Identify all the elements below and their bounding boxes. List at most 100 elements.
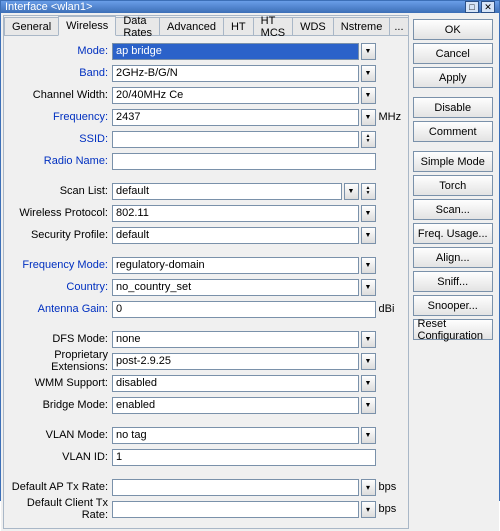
stepper-scanlist-icon[interactable]: ▲▼ (361, 183, 376, 200)
frequsage-button[interactable]: Freq. Usage... (413, 223, 494, 244)
dropdown-defcl-icon[interactable]: ▾ (361, 501, 376, 518)
dropdown-secprof-icon[interactable] (361, 227, 376, 244)
input-vlanid[interactable]: 1 (112, 449, 376, 466)
comment-button[interactable]: Comment (413, 121, 494, 142)
field-country: no_country_set (112, 279, 376, 296)
sniff-button[interactable]: Sniff... (413, 271, 494, 292)
button-column: OK Cancel Apply Disable Comment Simple Mode To… (411, 15, 498, 529)
disable-button[interactable]: Disable (413, 97, 494, 118)
input-freqmode[interactable]: regulatory-domain (112, 257, 359, 274)
interface-window: Interface <wlan1> □ ✕ GeneralWirelessDat… (0, 0, 500, 501)
dropdown-chwidth-icon[interactable] (361, 87, 376, 104)
field-vlanid: 1 (112, 449, 376, 466)
input-freq[interactable]: 2437 (112, 109, 359, 126)
unit-defap: bps (376, 481, 402, 493)
tab-more[interactable]: ... (389, 17, 408, 35)
field-radio (112, 153, 376, 170)
label-dfs: DFS Mode: (4, 333, 112, 345)
tab-advanced[interactable]: Advanced (159, 17, 224, 35)
input-secprof[interactable]: default (112, 227, 359, 244)
tab-strip: GeneralWirelessData RatesAdvancedHTHT MC… (4, 16, 408, 36)
label-propext: Proprietary Extensions: (4, 349, 112, 373)
label-wmm: WMM Support: (4, 377, 112, 389)
input-radio[interactable] (112, 153, 376, 170)
input-vlanmode[interactable]: no tag (112, 427, 359, 444)
input-defcl[interactable] (112, 501, 359, 518)
field-antgain: 0 (112, 301, 376, 318)
input-defap[interactable] (112, 479, 359, 496)
input-dfs[interactable]: none (112, 331, 359, 348)
align-button[interactable]: Align... (413, 247, 494, 268)
simple-button[interactable]: Simple Mode (413, 151, 494, 172)
label-chwidth: Channel Width: (4, 89, 112, 101)
tab-nstreme[interactable]: Nstreme (333, 17, 391, 35)
dropdown-freq-icon[interactable] (361, 109, 376, 126)
snooper-button[interactable]: Snooper... (413, 295, 494, 316)
input-propext[interactable]: post-2.9.25 (112, 353, 359, 370)
titlebar: Interface <wlan1> □ ✕ (1, 1, 499, 13)
label-defap: Default AP Tx Rate: (4, 481, 112, 493)
torch-button[interactable]: Torch (413, 175, 494, 196)
row-radio: Radio Name: (4, 152, 402, 170)
label-country: Country: (4, 281, 112, 293)
stepper-ssid-icon[interactable]: ▲▼ (361, 131, 376, 148)
label-band: Band: (4, 67, 112, 79)
dropdown-vlanmode-icon[interactable] (361, 427, 376, 444)
label-vlanmode: VLAN Mode: (4, 429, 112, 441)
input-antgain[interactable]: 0 (112, 301, 376, 318)
dropdown-defap-icon[interactable]: ▾ (361, 479, 376, 496)
input-ssid[interactable] (112, 131, 359, 148)
row-wmm: WMM Support:disabled (4, 374, 402, 392)
minimize-icon[interactable]: □ (465, 1, 479, 13)
dropdown-wmm-icon[interactable] (361, 375, 376, 392)
row-vlanmode: VLAN Mode:no tag (4, 426, 402, 444)
dropdown-bridge-icon[interactable] (361, 397, 376, 414)
input-wproto[interactable]: 802.11 (112, 205, 359, 222)
input-country[interactable]: no_country_set (112, 279, 359, 296)
label-ssid: SSID: (4, 133, 112, 145)
dropdown-band-icon[interactable] (361, 65, 376, 82)
dropdown-freqmode-icon[interactable] (361, 257, 376, 274)
tab-ht-mcs[interactable]: HT MCS (253, 17, 293, 35)
dropdown-dfs-icon[interactable] (361, 331, 376, 348)
field-defcl: ▾ (112, 501, 376, 518)
tab-wireless[interactable]: Wireless (58, 16, 116, 36)
field-secprof: default (112, 227, 376, 244)
dropdown-wproto-icon[interactable] (361, 205, 376, 222)
window-title: Interface <wlan1> (5, 1, 92, 13)
input-chwidth[interactable]: 20/40MHz Ce (112, 87, 359, 104)
dropdown-propext-icon[interactable] (361, 353, 376, 370)
label-mode: Mode: (4, 45, 112, 57)
tab-general[interactable]: General (4, 17, 59, 35)
field-defap: ▾ (112, 479, 376, 496)
unit-defcl: bps (376, 503, 402, 515)
unit-freq: MHz (376, 111, 402, 123)
field-dfs: none (112, 331, 376, 348)
reset-button[interactable]: Reset Configuration (413, 319, 494, 340)
apply-button[interactable]: Apply (413, 67, 494, 88)
window-content: GeneralWirelessData RatesAdvancedHTHT MC… (1, 13, 499, 531)
tab-data-rates[interactable]: Data Rates (115, 17, 160, 35)
field-scanlist: default ▲▼ (112, 183, 376, 200)
tab-ht[interactable]: HT (223, 17, 254, 35)
row-ssid: SSID: ▲▼ (4, 130, 402, 148)
scan-button[interactable]: Scan... (413, 199, 494, 220)
dropdown-scanlist-icon[interactable] (344, 183, 359, 200)
tab-wds[interactable]: WDS (292, 17, 334, 35)
form-panel: GeneralWirelessData RatesAdvancedHTHT MC… (3, 15, 409, 529)
dropdown-mode-icon[interactable] (361, 43, 376, 60)
dropdown-country-icon[interactable] (361, 279, 376, 296)
field-freqmode: regulatory-domain (112, 257, 376, 274)
label-wproto: Wireless Protocol: (4, 207, 112, 219)
row-propext: Proprietary Extensions:post-2.9.25 (4, 352, 402, 370)
input-bridge[interactable]: enabled (112, 397, 359, 414)
close-icon[interactable]: ✕ (481, 1, 495, 13)
input-mode[interactable]: ap bridge (112, 43, 359, 60)
input-scanlist[interactable]: default (112, 183, 342, 200)
cancel-button[interactable]: Cancel (413, 43, 494, 64)
input-wmm[interactable]: disabled (112, 375, 359, 392)
row-bridge: Bridge Mode:enabled (4, 396, 402, 414)
input-band[interactable]: 2GHz-B/G/N (112, 65, 359, 82)
ok-button[interactable]: OK (413, 19, 494, 40)
titlebar-buttons: □ ✕ (465, 1, 495, 13)
